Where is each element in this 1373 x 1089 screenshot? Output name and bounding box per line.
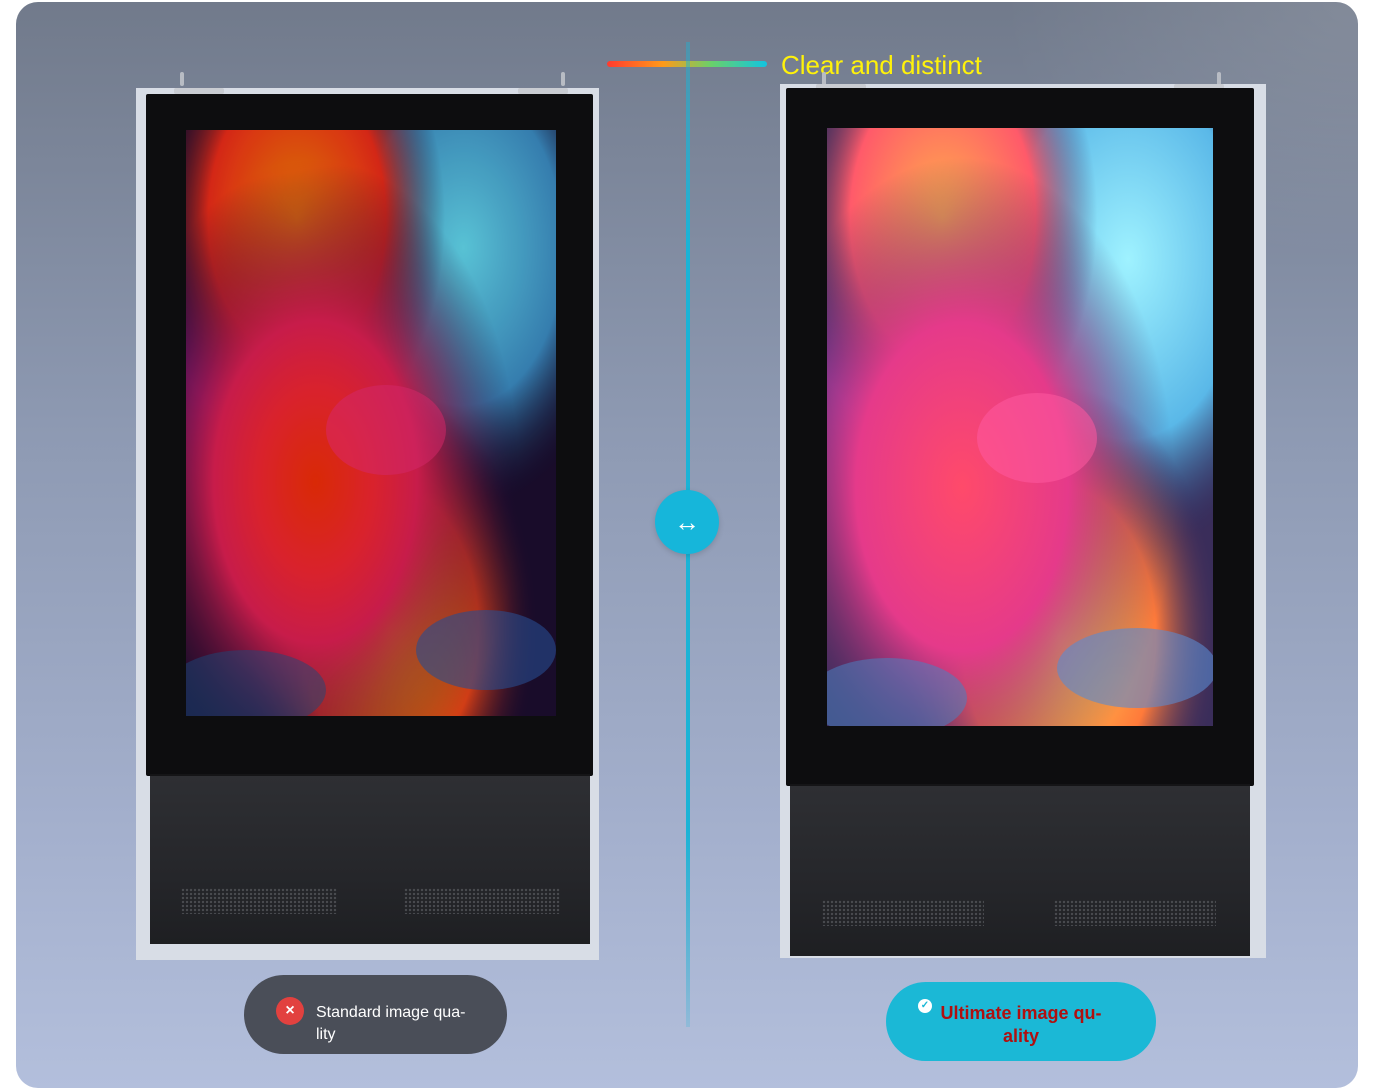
right-speaker-grille-left [822,900,984,926]
comparison-panel: Clear and distinct ↔ × Standard image qu… [16,2,1358,1088]
left-display-image [186,130,556,716]
right-display-image [827,128,1213,726]
standard-quality-badge: × Standard image qua- lity [244,975,507,1054]
right-speaker-grille-right [1054,900,1216,926]
close-icon: × [276,997,304,1025]
left-speaker-grille-left [181,888,337,914]
standard-quality-text: Standard image qua- lity [316,1004,466,1043]
left-hook-left [180,72,184,86]
headline-title: Clear and distinct [781,50,982,80]
left-speaker-grille-right [404,888,560,914]
left-kiosk-base [150,774,590,944]
compare-slider-handle[interactable]: ↔ [655,490,719,554]
ultimate-quality-label: Ultimate image qu- ality [926,1002,1116,1048]
right-kiosk-base [790,784,1250,956]
standard-quality-label: Standard image qua- lity [316,1002,491,1046]
left-hook-right [561,72,565,86]
ultimate-quality-badge: ✓ Ultimate image qu- ality [886,982,1156,1061]
ultimate-quality-text: Ultimate image qu- ality [940,1003,1102,1046]
